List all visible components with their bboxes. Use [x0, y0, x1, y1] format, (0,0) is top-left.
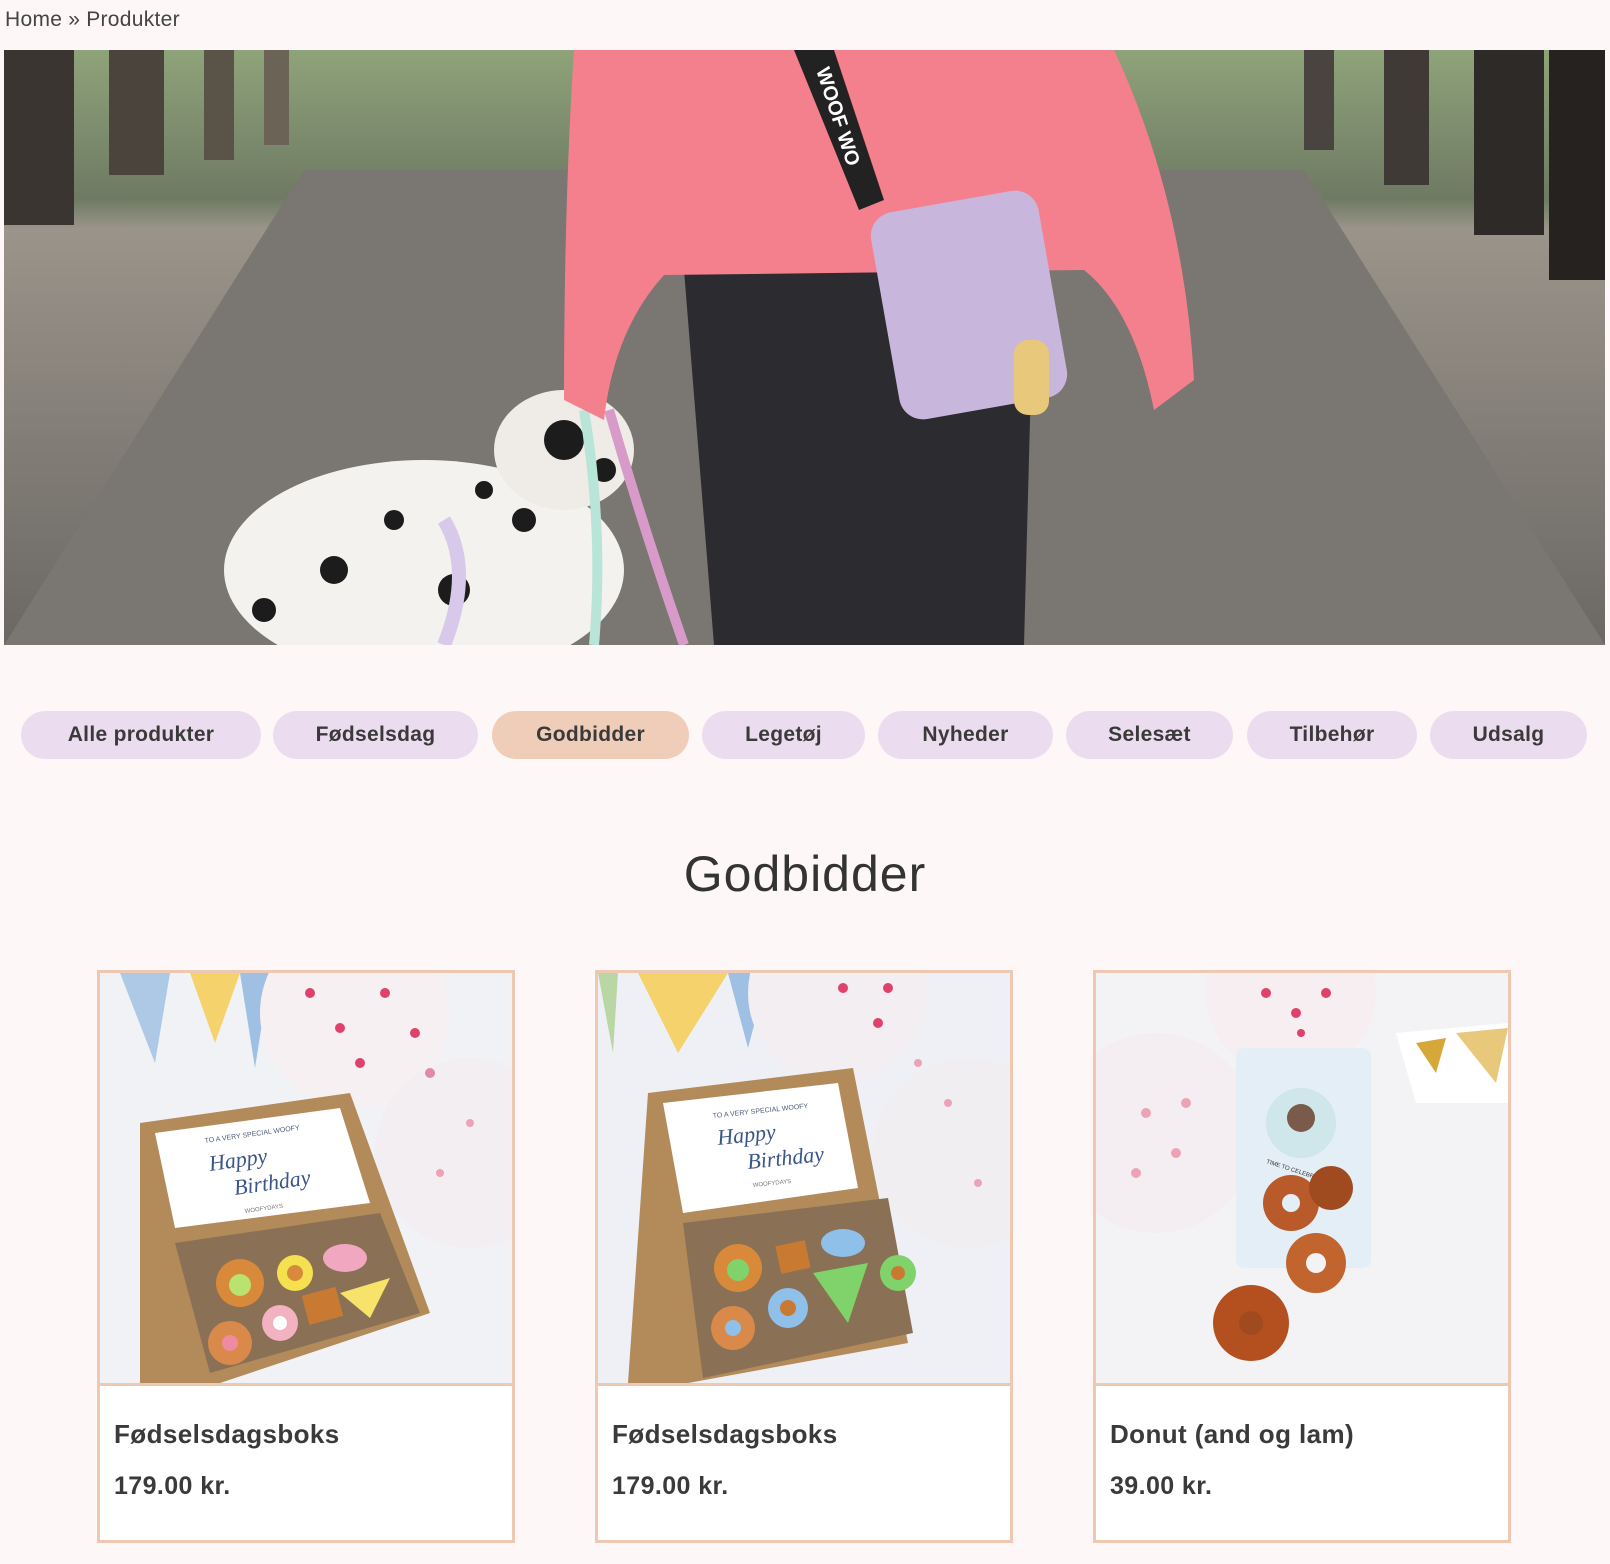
- filter-chip-legetoj[interactable]: Legetøj: [702, 711, 865, 759]
- hero-banner-image: WOOF WO: [4, 50, 1605, 645]
- product-name[interactable]: Fødselsdagsboks: [612, 1419, 838, 1450]
- product-name[interactable]: Donut (and og lam): [1110, 1419, 1354, 1450]
- filter-chip-godbidder[interactable]: Godbidder: [492, 711, 689, 759]
- product-image[interactable]: TO A VERY SPECIAL WOOFY Happy Birthday W…: [598, 973, 1010, 1386]
- product-price: 179.00 kr.: [114, 1472, 231, 1500]
- filter-chip-nyheder[interactable]: Nyheder: [878, 711, 1053, 759]
- product-card[interactable]: TIME TO CELEBRATE Donut (and og lam) 39.…: [1093, 970, 1511, 1543]
- product-card[interactable]: TO A VERY SPECIAL WOOFY Happy Birthday W…: [595, 970, 1013, 1543]
- filter-chip-tilbehor[interactable]: Tilbehør: [1247, 711, 1417, 759]
- breadcrumb: Home » Produkter: [5, 8, 180, 32]
- product-price: 39.00 kr.: [1110, 1472, 1213, 1500]
- product-image[interactable]: TO A VERY SPECIAL WOOFY Happy Birthday W…: [100, 973, 512, 1386]
- filter-chip-udsalg[interactable]: Udsalg: [1430, 711, 1587, 759]
- category-filter-bar: Alle produkter Fødselsdag Godbidder Lege…: [0, 711, 1610, 759]
- product-price: 179.00 kr.: [612, 1472, 729, 1500]
- hero-photo: WOOF WO: [4, 50, 1605, 645]
- breadcrumb-separator: »: [68, 8, 81, 31]
- filter-chip-selesaet[interactable]: Selesæt: [1066, 711, 1233, 759]
- section-title: Godbidder: [683, 846, 927, 902]
- product-image[interactable]: TIME TO CELEBRATE: [1096, 973, 1508, 1386]
- breadcrumb-current: Produkter: [86, 8, 180, 31]
- product-name[interactable]: Fødselsdagsboks: [114, 1419, 340, 1450]
- filter-chip-alle-produkter[interactable]: Alle produkter: [21, 711, 261, 759]
- product-card[interactable]: TO A VERY SPECIAL WOOFY Happy Birthday W…: [97, 970, 515, 1543]
- breadcrumb-home-link[interactable]: Home: [5, 8, 62, 31]
- filter-chip-fodselsdag[interactable]: Fødselsdag: [273, 711, 478, 759]
